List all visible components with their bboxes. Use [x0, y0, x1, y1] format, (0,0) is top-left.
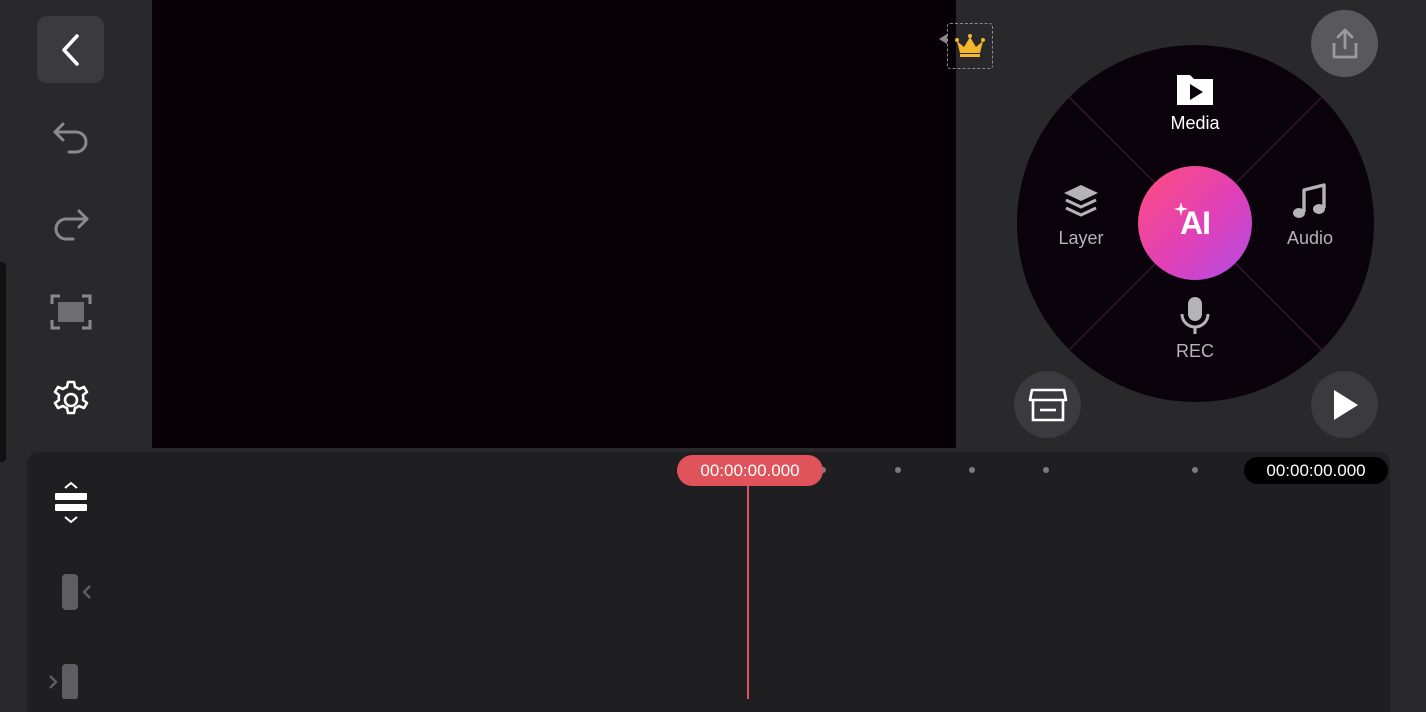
crown-pointer: [939, 34, 947, 44]
undo-icon: [53, 122, 87, 153]
timeline-tick: [1043, 467, 1049, 473]
back-icon: [61, 33, 79, 66]
playhead[interactable]: [747, 480, 749, 699]
layer-label: Layer: [1058, 228, 1104, 248]
timeline-tick: [969, 467, 975, 473]
premium-badge[interactable]: [947, 23, 993, 69]
trim-left-icon: [62, 574, 91, 610]
timeline-tick: [895, 467, 901, 473]
crown-icon: [955, 34, 985, 57]
fullscreen-icon: [50, 294, 91, 329]
current-time[interactable]: 00:00:00.000: [679, 457, 821, 484]
redo-icon: [54, 209, 88, 240]
play-icon: [1333, 389, 1358, 420]
play-button[interactable]: [1311, 371, 1378, 438]
gear-icon: [53, 380, 88, 414]
music-note-icon: [1293, 183, 1326, 218]
timeline-panel[interactable]: [27, 452, 1390, 712]
settings-button[interactable]: [37, 366, 104, 433]
trim-right-icon: [49, 664, 78, 699]
media-wheel: Media Layer Audio REC AI: [1017, 45, 1374, 402]
total-duration: 00:00:00.000: [1244, 457, 1388, 484]
microphone-icon: [1180, 297, 1210, 334]
layers-icon: [1064, 185, 1098, 217]
back-button[interactable]: [37, 16, 104, 83]
expand-vertical-icon: [55, 481, 87, 524]
trim-end-button[interactable]: [46, 660, 86, 699]
fullscreen-button[interactable]: [37, 278, 104, 345]
audio-button[interactable]: Audio: [1255, 182, 1365, 249]
ai-button[interactable]: AI: [1138, 166, 1252, 280]
redo-button[interactable]: [37, 190, 104, 257]
layer-button[interactable]: Layer: [1026, 182, 1136, 249]
trim-start-button[interactable]: [56, 570, 96, 614]
track-height-button[interactable]: [50, 480, 92, 526]
undo-button[interactable]: [37, 103, 104, 170]
left-toolbar: [0, 0, 150, 450]
media-button[interactable]: Media: [1140, 71, 1250, 134]
store-icon: [1028, 388, 1067, 421]
video-preview[interactable]: [152, 0, 956, 448]
timeline-tick: [1192, 467, 1198, 473]
media-folder-icon: [1177, 75, 1213, 105]
asset-store-button[interactable]: [1014, 371, 1081, 438]
sparkle-icon: [1174, 202, 1188, 216]
rec-label: REC: [1175, 341, 1214, 361]
audio-label: Audio: [1286, 228, 1334, 248]
rec-button[interactable]: REC: [1140, 295, 1250, 362]
media-label: Media: [1170, 113, 1220, 133]
